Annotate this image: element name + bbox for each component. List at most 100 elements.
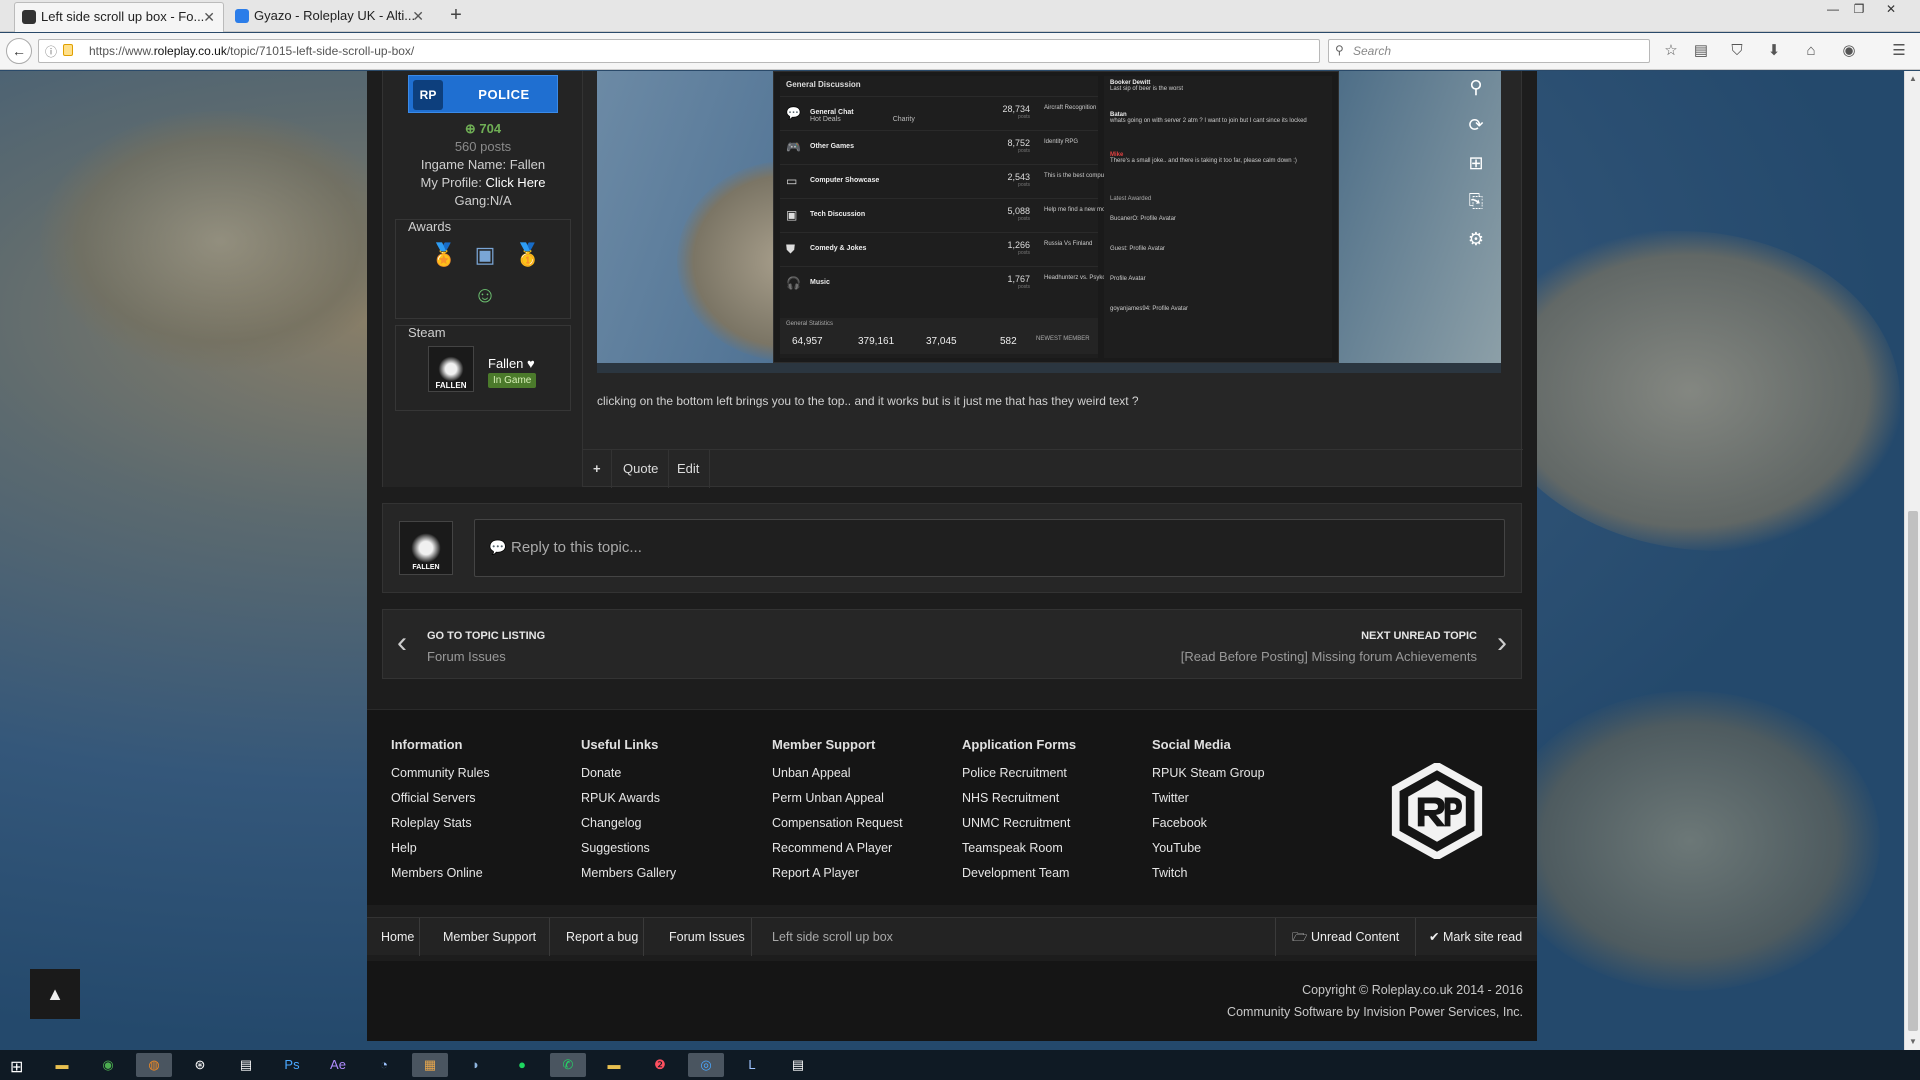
footer-link[interactable]: Members Online (391, 866, 571, 891)
breadcrumb-report-a-bug[interactable]: Report a bug (566, 918, 638, 956)
folder-icon[interactable]: ▬ (596, 1053, 632, 1077)
footer-link[interactable]: Development Team (962, 866, 1142, 891)
reading-list-icon[interactable]: ▤ (1690, 40, 1712, 62)
footer-link[interactable]: RPUK Awards (581, 791, 761, 816)
scroll-down-icon: ▼ (1909, 1037, 1917, 1046)
footer-link[interactable]: UNMC Recruitment (962, 816, 1142, 841)
notes-icon[interactable]: ▤ (780, 1053, 816, 1077)
address-bar[interactable]: ⓘ https://www.roleplay.co.uk/topic/71015… (38, 39, 1345, 63)
footer-link[interactable]: Twitter (1152, 791, 1332, 816)
post-actions: + Quote Edit (583, 449, 1523, 488)
footer-link[interactable]: YouTube (1152, 841, 1332, 866)
scrollbar-thumb[interactable] (1908, 511, 1918, 1031)
steam-avatar[interactable]: FALLEN (428, 346, 474, 392)
menu-icon[interactable]: ☰ (1888, 40, 1910, 62)
close-window-button[interactable]: ✕ (1878, 0, 1904, 20)
software-credit[interactable]: Community Software by Invision Power Ser… (1227, 1005, 1523, 1019)
steam-name[interactable]: Fallen ♥ (488, 356, 535, 371)
edit-button[interactable]: Edit (667, 450, 711, 488)
awards-title: Awards (408, 219, 452, 234)
bookmark-star-icon[interactable]: ☆ (1660, 40, 1682, 62)
reply-input[interactable]: 💬 Reply to this topic... (474, 519, 1505, 577)
quote-button[interactable]: Quote (613, 450, 670, 488)
search-bar[interactable]: ⚲ Search (1328, 39, 1650, 63)
footer-link[interactable]: Changelog (581, 816, 761, 841)
footer-link[interactable]: Community Rules (391, 766, 571, 791)
person-award-icon[interactable]: ☺ (472, 282, 498, 308)
media-icon[interactable]: ▤ (228, 1053, 264, 1077)
footer-link[interactable]: Police Recruitment (962, 766, 1142, 791)
restore-button[interactable]: ❐ (1846, 0, 1872, 20)
pocket-icon[interactable]: ⛉ (1726, 40, 1748, 62)
footer-link[interactable]: Unban Appeal (772, 766, 952, 791)
adblock-icon[interactable]: ◉ (1838, 40, 1860, 62)
footer-link[interactable]: Official Servers (391, 791, 571, 816)
footer-link[interactable]: Donate (581, 766, 761, 791)
chevron-left-icon[interactable]: ‹ (397, 628, 407, 658)
info-icon[interactable]: ⓘ (45, 43, 57, 60)
forum-site: RP POLICE ⊕ 704 560 posts Ingame Name: F… (367, 71, 1537, 1041)
embedded-screenshot[interactable]: General Discussion 💬 General Chat Hot Dea… (597, 71, 1501, 373)
scroll-up-icon: ▲ (1909, 74, 1917, 83)
download-icon[interactable]: ⬇ (1763, 40, 1785, 62)
footer-link[interactable]: Twitch (1152, 866, 1332, 891)
footer-link[interactable]: Roleplay Stats (391, 816, 571, 841)
portrait-award-icon[interactable]: ▣ (472, 242, 498, 268)
footer-link[interactable]: Perm Unban Appeal (772, 791, 952, 816)
minimize-button[interactable]: — (1820, 0, 1846, 20)
tab-gyazo[interactable]: Gyazo - Roleplay UK - Alti... ✕ (228, 2, 432, 32)
site-footer: Information Community Rules Official Ser… (367, 709, 1537, 905)
after-effects-icon[interactable]: Ae (320, 1053, 356, 1077)
settings-icon: ⚙ (1467, 229, 1485, 249)
windows-start-icon[interactable]: ⊞ (10, 1057, 23, 1077)
scroll-to-top-button[interactable]: ▲ (30, 969, 80, 1019)
breadcrumb-home[interactable]: Home (381, 918, 414, 956)
breadcrumb-forum-issues[interactable]: Forum Issues (669, 918, 745, 956)
topic-listing-forum[interactable]: Forum Issues (427, 649, 506, 664)
footer-link[interactable]: Recommend A Player (772, 841, 952, 866)
home-icon[interactable]: ⌂ (1800, 40, 1822, 62)
new-tab-button[interactable]: + (444, 2, 468, 30)
app-icon[interactable]: ▦ (412, 1053, 448, 1077)
footer-link[interactable]: Teamspeak Room (962, 841, 1142, 866)
gold-medal-icon[interactable]: 🥇 (514, 242, 541, 268)
tab-current[interactable]: Left side scroll up box - Fo... ✕ (14, 2, 224, 32)
footer-link[interactable]: Report A Player (772, 866, 952, 891)
profile-link[interactable]: Click Here (486, 175, 546, 190)
whatsapp-icon[interactable]: ✆ (550, 1053, 586, 1077)
go-to-topic-listing[interactable]: GO TO TOPIC LISTING (427, 630, 545, 642)
page-scrollbar[interactable]: ▲ ▼ (1904, 71, 1920, 1050)
close-tab-icon[interactable]: ✕ (412, 2, 424, 30)
footer-link[interactable]: NHS Recruitment (962, 791, 1142, 816)
spotify-icon[interactable]: ● (504, 1053, 540, 1077)
next-unread-topic[interactable]: NEXT UNREAD TOPIC (1361, 630, 1477, 642)
firefox-icon[interactable]: ◍ (136, 1053, 172, 1077)
file-explorer-icon[interactable]: ▬ (44, 1053, 80, 1077)
footer-link[interactable]: Compensation Request (772, 816, 952, 841)
footer-link[interactable]: RPUK Steam Group (1152, 766, 1332, 791)
back-button[interactable]: ← (6, 38, 32, 64)
avatar[interactable]: FALLEN (399, 521, 453, 575)
breadcrumb-member-support[interactable]: Member Support (443, 918, 536, 956)
gyazo-icon[interactable]: ◎ (688, 1053, 724, 1077)
unread-content-link[interactable]: 🗁 Unread Content (1292, 918, 1399, 956)
app2-icon[interactable]: ❷ (642, 1053, 678, 1077)
footer-link[interactable]: Help (391, 841, 571, 866)
steam-icon[interactable]: ⊛ (182, 1053, 218, 1077)
footer-link[interactable]: Suggestions (581, 841, 761, 866)
footer-link[interactable]: Members Gallery (581, 866, 761, 891)
editor-icon[interactable]: L (734, 1053, 770, 1077)
medal-icon[interactable]: 🏅 (430, 242, 457, 268)
mark-site-read-link[interactable]: ✔ Mark site read (1429, 918, 1522, 956)
close-tab-icon[interactable]: ✕ (203, 3, 215, 31)
multiquote-button[interactable]: + (583, 450, 612, 488)
next-unread-topic-title[interactable]: [Read Before Posting] Missing forum Achi… (1181, 649, 1477, 664)
photoshop-icon[interactable]: Ps (274, 1053, 310, 1077)
terminal-icon: ▣ (786, 208, 798, 222)
chevron-right-icon[interactable]: › (1497, 628, 1507, 658)
chrome-icon[interactable]: ◉ (90, 1053, 126, 1077)
teamspeak-icon[interactable]: ◔ (366, 1053, 402, 1077)
footer-link[interactable]: Facebook (1152, 816, 1332, 841)
discord-icon[interactable]: ◗ (458, 1053, 494, 1077)
footer-social-media: Social Media RPUK Steam Group Twitter Fa… (1152, 737, 1332, 891)
